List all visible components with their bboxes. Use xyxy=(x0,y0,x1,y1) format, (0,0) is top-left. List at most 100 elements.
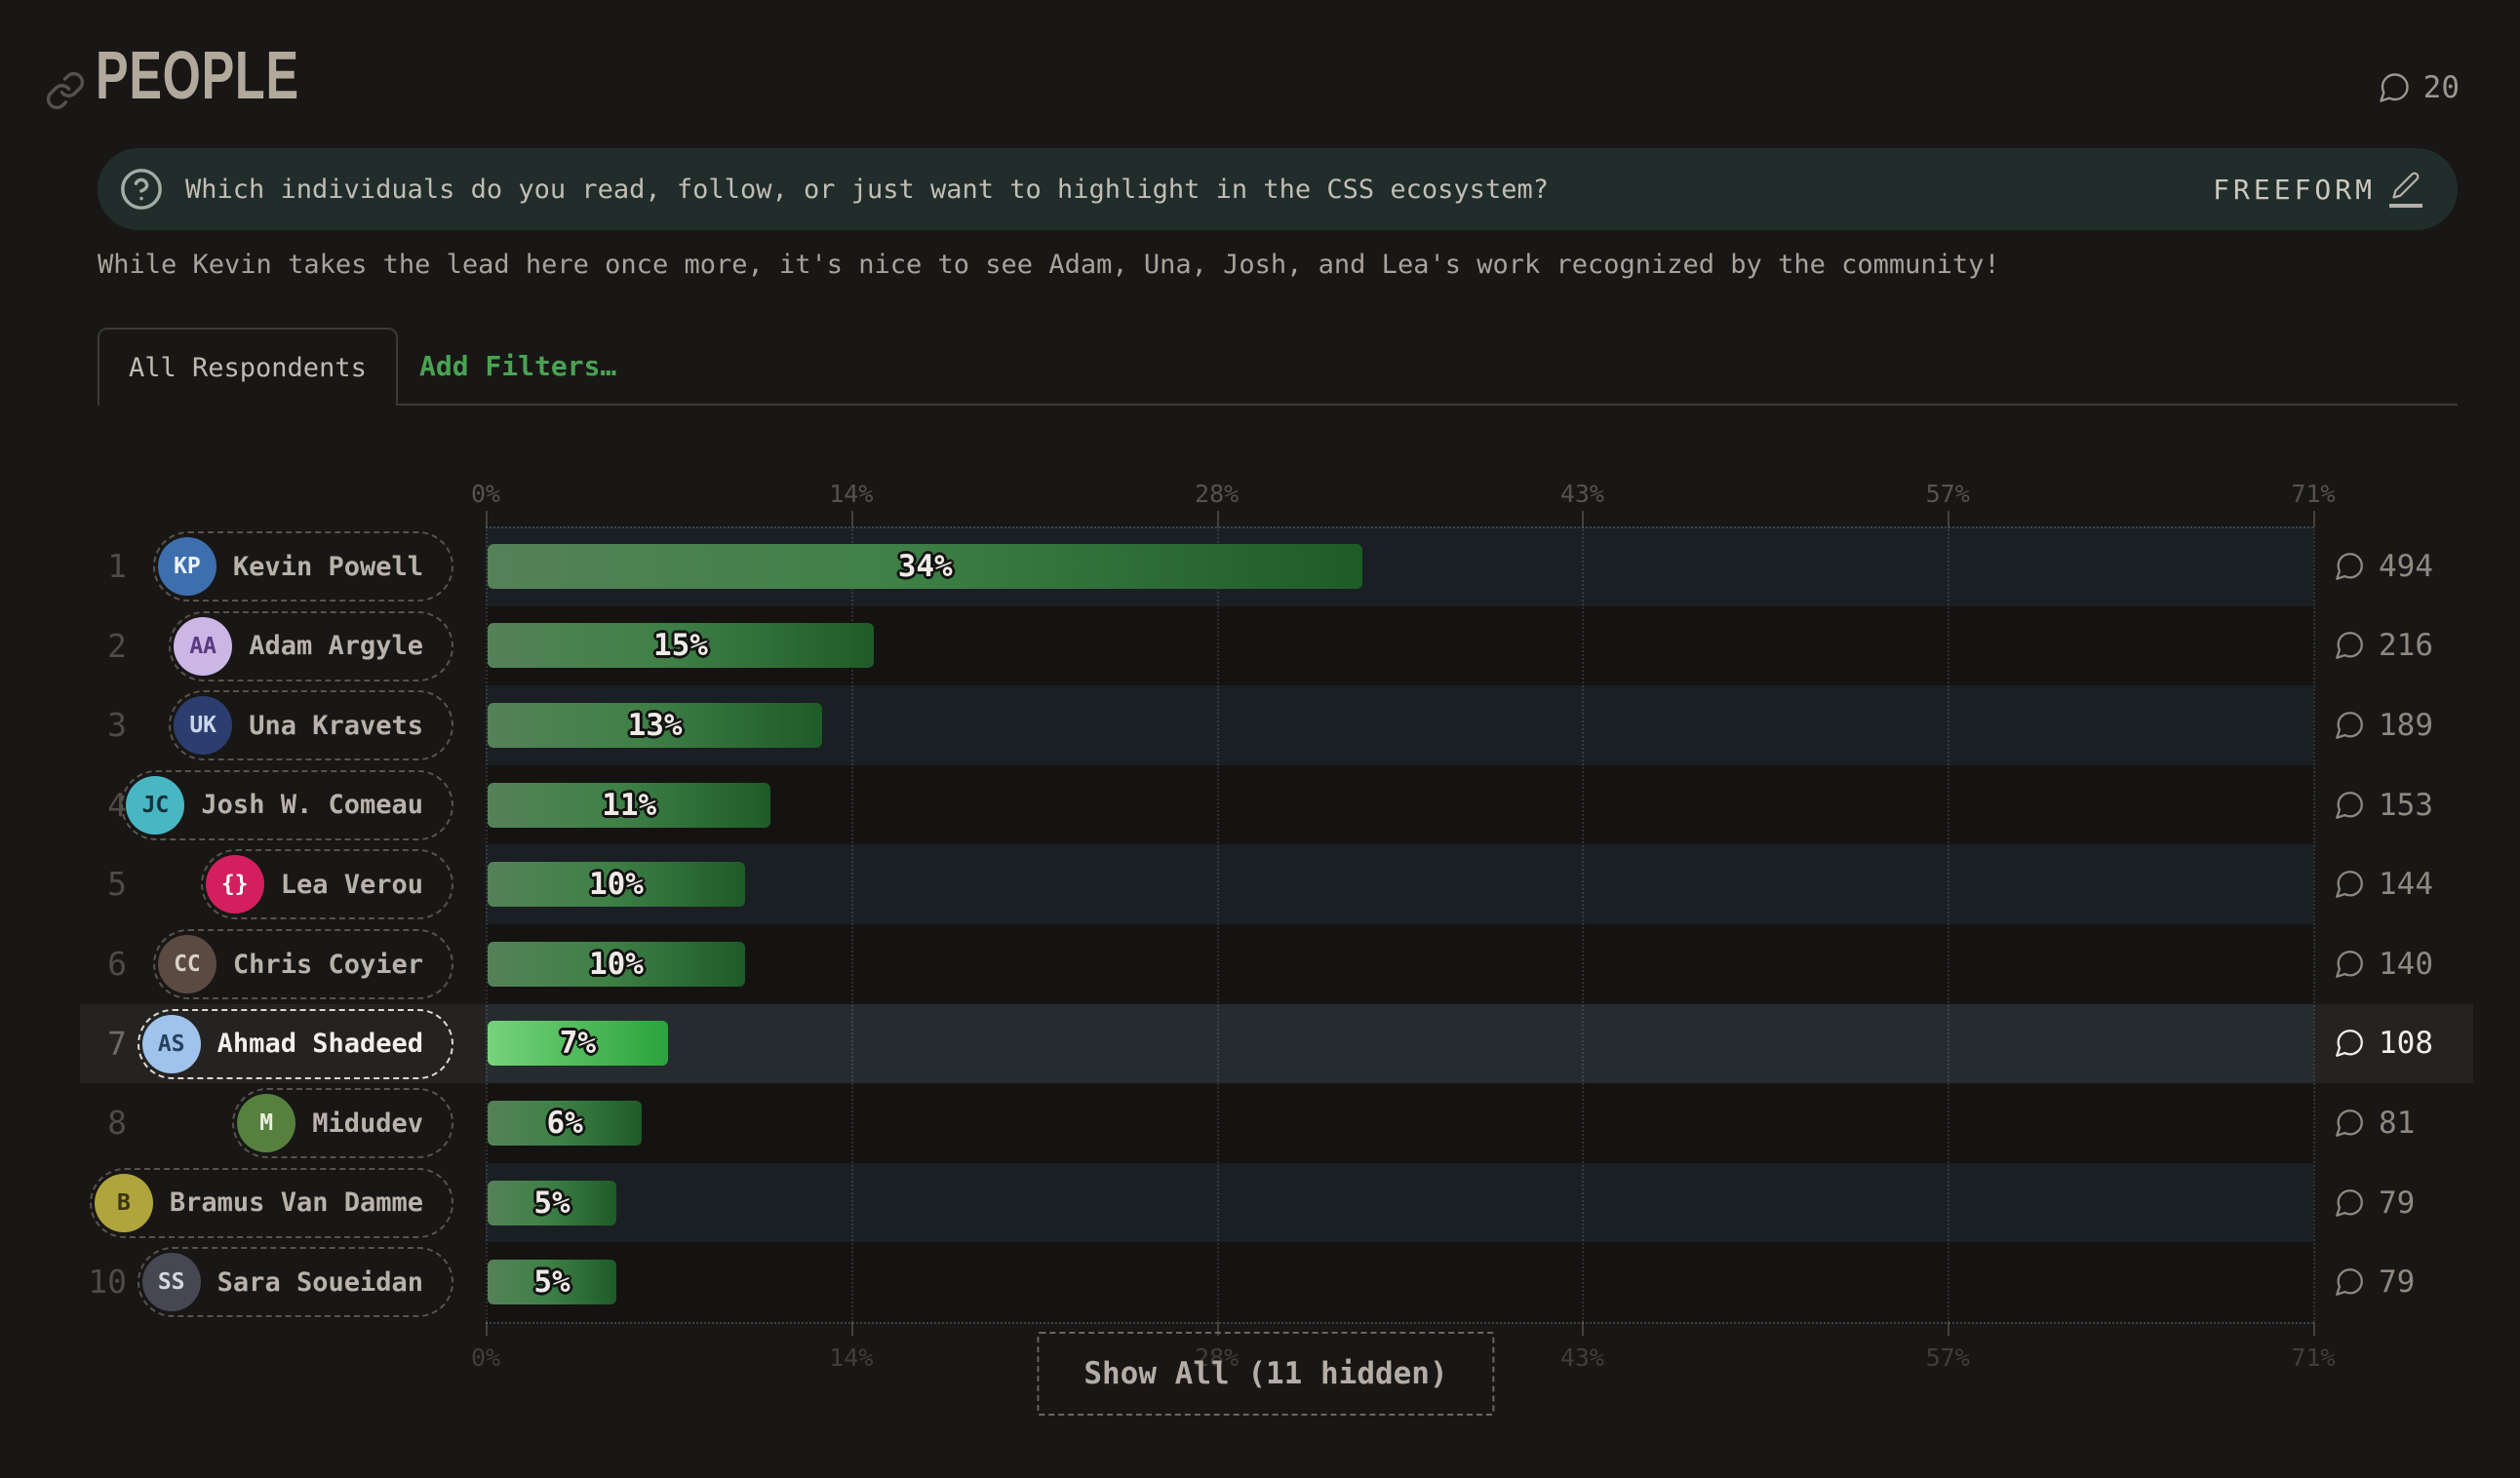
row-comments-count: 81 xyxy=(2379,1106,2415,1141)
person-pill[interactable]: JC Josh W. Comeau xyxy=(121,770,453,840)
row-comments[interactable]: 144 xyxy=(2333,844,2433,924)
row-rank: 1 xyxy=(82,526,127,606)
axis-tick xyxy=(1582,1322,1584,1336)
axis-tick xyxy=(486,1322,488,1336)
bar[interactable]: 7% xyxy=(488,1021,668,1066)
bar[interactable]: 10% xyxy=(488,862,745,907)
avatar: B xyxy=(95,1174,153,1232)
bar-value-label: 34% xyxy=(898,549,953,584)
speech-bubble-icon xyxy=(2333,948,2366,981)
person-pill[interactable]: AS Ahmad Shadeed xyxy=(138,1009,453,1079)
row-comments[interactable]: 81 xyxy=(2333,1083,2415,1163)
bar[interactable]: 13% xyxy=(488,703,822,748)
person-pill[interactable]: {} Lea Verou xyxy=(201,849,453,919)
chart-row[interactable]: 3 UK Una Kravets 13% 189 xyxy=(0,685,2520,765)
speech-bubble-icon xyxy=(2333,868,2366,901)
chart-row[interactable]: 8 M Midudev 6% 81 xyxy=(0,1083,2520,1163)
axis-line-bottom xyxy=(486,1322,2313,1324)
survey-results-page: PEOPLE 20 Which individuals do you read,… xyxy=(0,0,2520,1478)
person-name: Chris Coyier xyxy=(233,950,423,980)
person-name: Una Kravets xyxy=(249,711,423,741)
speech-bubble-icon xyxy=(2333,1027,2366,1060)
axis-tick xyxy=(2313,1322,2315,1336)
avatar: {} xyxy=(206,855,264,914)
person-name: Kevin Powell xyxy=(233,552,423,582)
axis-tick-label-top: 57% xyxy=(1926,480,1970,508)
avatar: AS xyxy=(142,1015,201,1073)
axis-tick xyxy=(851,1322,853,1336)
axis-tick xyxy=(1948,511,1949,526)
chart-row[interactable]: 10 SS Sara Soueidan 5% 79 xyxy=(0,1242,2520,1322)
person-pill[interactable]: AA Adam Argyle xyxy=(169,611,453,681)
chart-row[interactable]: 2 AA Adam Argyle 15% 216 xyxy=(0,606,2520,686)
row-rank: 8 xyxy=(82,1083,127,1163)
person-name: Ahmad Shadeed xyxy=(217,1029,423,1059)
bar-value-label: 11% xyxy=(602,788,656,823)
bar[interactable]: 15% xyxy=(488,623,874,668)
avatar: M xyxy=(237,1094,295,1152)
row-comments[interactable]: 494 xyxy=(2333,526,2433,606)
chart-row[interactable]: 6 CC Chris Coyier 10% 140 xyxy=(0,924,2520,1004)
bar[interactable]: 5% xyxy=(488,1260,616,1304)
chart-row[interactable]: 7 AS Ahmad Shadeed 7% 108 xyxy=(0,1004,2520,1084)
axis-tick-label-top: 0% xyxy=(471,480,500,508)
axis-tick-label-top: 14% xyxy=(829,480,873,508)
row-comments[interactable]: 189 xyxy=(2333,685,2433,765)
avatar: CC xyxy=(158,935,217,993)
row-comments[interactable]: 140 xyxy=(2333,924,2433,1004)
speech-bubble-icon xyxy=(2333,1107,2366,1140)
bar-chart: 0%0%14%14%28%28%43%43%57%57%71%71% 1 KP … xyxy=(0,0,2520,1478)
row-comments[interactable]: 79 xyxy=(2333,1242,2415,1322)
axis-tick-label-top: 28% xyxy=(1195,480,1239,508)
bar[interactable]: 11% xyxy=(488,783,770,828)
row-comments[interactable]: 108 xyxy=(2333,1004,2433,1084)
chart-row[interactable]: 1 KP Kevin Powell 34% 494 xyxy=(0,526,2520,606)
axis-tick-label-bottom: 43% xyxy=(1560,1343,1604,1372)
person-pill[interactable]: B Bramus Van Damme xyxy=(90,1168,453,1238)
speech-bubble-icon xyxy=(2333,789,2366,822)
person-name: Sara Soueidan xyxy=(217,1267,423,1298)
person-pill[interactable]: CC Chris Coyier xyxy=(153,929,453,999)
bar-value-label: 10% xyxy=(589,947,644,982)
bar[interactable]: 6% xyxy=(488,1101,642,1146)
row-comments[interactable]: 153 xyxy=(2333,765,2433,845)
person-name: Josh W. Comeau xyxy=(201,790,423,820)
show-all-button[interactable]: Show All (11 hidden) xyxy=(1037,1332,1494,1416)
axis-tick-label-bottom: 14% xyxy=(829,1343,873,1372)
person-pill[interactable]: KP Kevin Powell xyxy=(153,531,453,602)
avatar: AA xyxy=(174,617,232,676)
speech-bubble-icon xyxy=(2333,709,2366,742)
bar-value-label: 10% xyxy=(589,867,644,902)
chart-row[interactable]: 9 B Bramus Van Damme 5% 79 xyxy=(0,1163,2520,1243)
bar[interactable]: 5% xyxy=(488,1181,616,1225)
axis-tick xyxy=(1582,511,1584,526)
row-comments-count: 189 xyxy=(2379,708,2433,743)
bar-value-label: 7% xyxy=(560,1026,596,1061)
row-comments-count: 79 xyxy=(2379,1186,2415,1221)
row-comments-count: 153 xyxy=(2379,788,2433,823)
bar[interactable]: 10% xyxy=(488,942,745,987)
chart-row[interactable]: 5 {} Lea Verou 10% 144 xyxy=(0,844,2520,924)
person-name: Lea Verou xyxy=(281,870,423,900)
row-comments[interactable]: 79 xyxy=(2333,1163,2415,1243)
bar[interactable]: 34% xyxy=(488,544,1362,589)
row-comments[interactable]: 216 xyxy=(2333,606,2433,686)
avatar: SS xyxy=(142,1253,201,1311)
tab-all-respondents[interactable]: All Respondents xyxy=(98,328,398,406)
avatar: JC xyxy=(126,776,184,835)
person-pill[interactable]: SS Sara Soueidan xyxy=(138,1247,453,1317)
row-rank: 7 xyxy=(82,1004,127,1084)
speech-bubble-icon xyxy=(2333,1186,2366,1220)
row-comments-count: 108 xyxy=(2379,1026,2433,1061)
bar-value-label: 13% xyxy=(628,708,683,743)
axis-tick xyxy=(2313,511,2315,526)
row-comments-count: 144 xyxy=(2379,867,2433,902)
axis-tick-label-bottom: 57% xyxy=(1926,1343,1970,1372)
person-pill[interactable]: M Midudev xyxy=(232,1088,453,1158)
chart-row[interactable]: 4 JC Josh W. Comeau 11% 153 xyxy=(0,765,2520,845)
person-name: Midudev xyxy=(312,1108,423,1139)
speech-bubble-icon xyxy=(2333,629,2366,662)
person-pill[interactable]: UK Una Kravets xyxy=(169,690,453,760)
axis-tick xyxy=(486,511,488,526)
avatar: KP xyxy=(158,537,217,596)
